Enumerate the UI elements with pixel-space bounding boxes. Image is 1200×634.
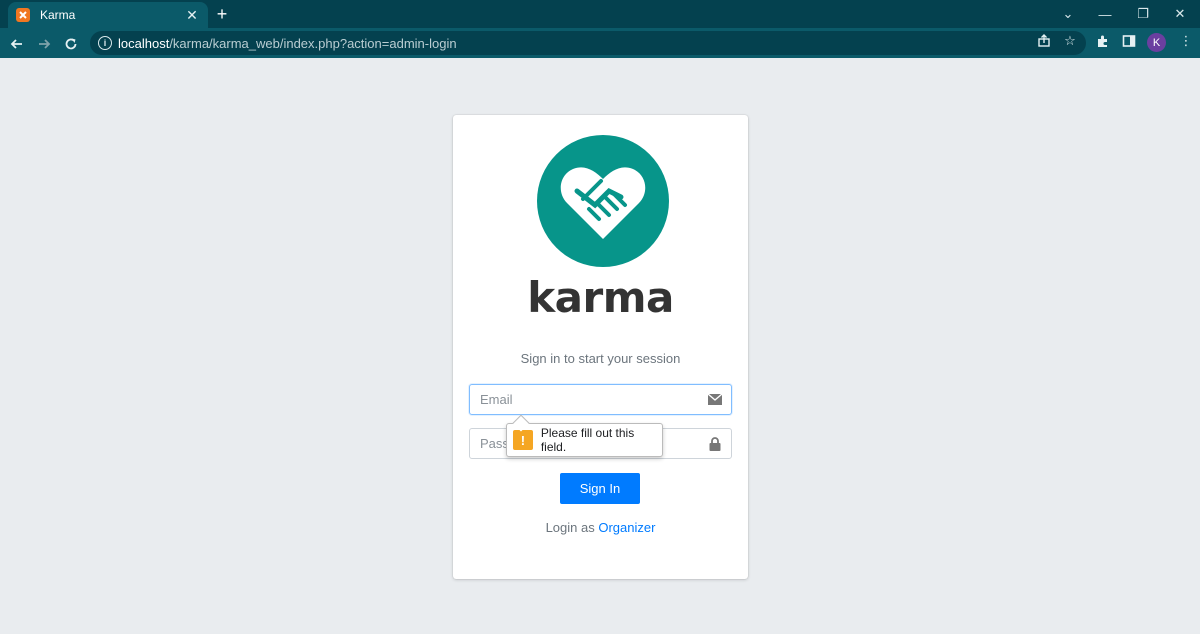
- validation-message: Please fill out this field.: [540, 426, 635, 454]
- email-field[interactable]: [469, 384, 732, 415]
- login-box-message: Sign in to start your session: [520, 351, 681, 366]
- profile-avatar[interactable]: K: [1147, 33, 1166, 52]
- warning-icon: !: [513, 430, 533, 450]
- share-icon[interactable]: [1035, 32, 1053, 50]
- back-icon[interactable]: [6, 33, 28, 55]
- extensions-icon[interactable]: [1094, 32, 1112, 50]
- login-as-prefix: Login as: [545, 520, 595, 535]
- menu-icon[interactable]: ⋮: [1177, 32, 1195, 50]
- restore-button[interactable]: ❐: [1125, 0, 1161, 28]
- signin-button[interactable]: Sign In: [560, 473, 640, 504]
- star-icon[interactable]: ☆: [1061, 32, 1079, 50]
- url-host: localhost: [118, 35, 170, 51]
- url-path: /karma/karma_web/index.php?action=admin-…: [169, 35, 457, 51]
- login-card: karma Sign in to start your session Sign…: [453, 115, 748, 579]
- tab-search-icon[interactable]: ⌄: [1050, 0, 1086, 28]
- karma-logo: [537, 135, 669, 267]
- address-bar[interactable]: i localhost/karma/karma_web/index.php?ac…: [90, 31, 1086, 55]
- envelope-icon: [699, 385, 731, 414]
- tab-strip: Karma ✕ + ⌄ — ❐ ✕: [0, 0, 1200, 28]
- lock-icon: [699, 429, 731, 458]
- xampp-favicon-icon: [16, 8, 30, 22]
- close-icon[interactable]: ✕: [184, 7, 200, 23]
- browser-toolbar: i localhost/karma/karma_web/index.php?ac…: [0, 28, 1200, 58]
- sidepanel-icon[interactable]: [1120, 32, 1138, 50]
- brand-name: karma: [527, 273, 674, 322]
- minimize-button[interactable]: —: [1087, 0, 1123, 28]
- info-icon[interactable]: i: [98, 36, 112, 50]
- new-tab-button[interactable]: +: [212, 4, 232, 24]
- validation-tooltip: ! Please fill out this field.: [506, 414, 663, 457]
- handshake-heart-icon: [560, 167, 646, 239]
- email-input[interactable]: [470, 385, 699, 414]
- organizer-link[interactable]: Organizer: [598, 520, 655, 535]
- tab-title: Karma: [40, 8, 76, 22]
- browser-tab[interactable]: Karma ✕: [8, 2, 208, 28]
- login-as-text: Login as Organizer: [453, 520, 748, 535]
- forward-icon[interactable]: [33, 33, 55, 55]
- reload-icon[interactable]: [60, 33, 82, 55]
- window-close-button[interactable]: ✕: [1162, 0, 1198, 28]
